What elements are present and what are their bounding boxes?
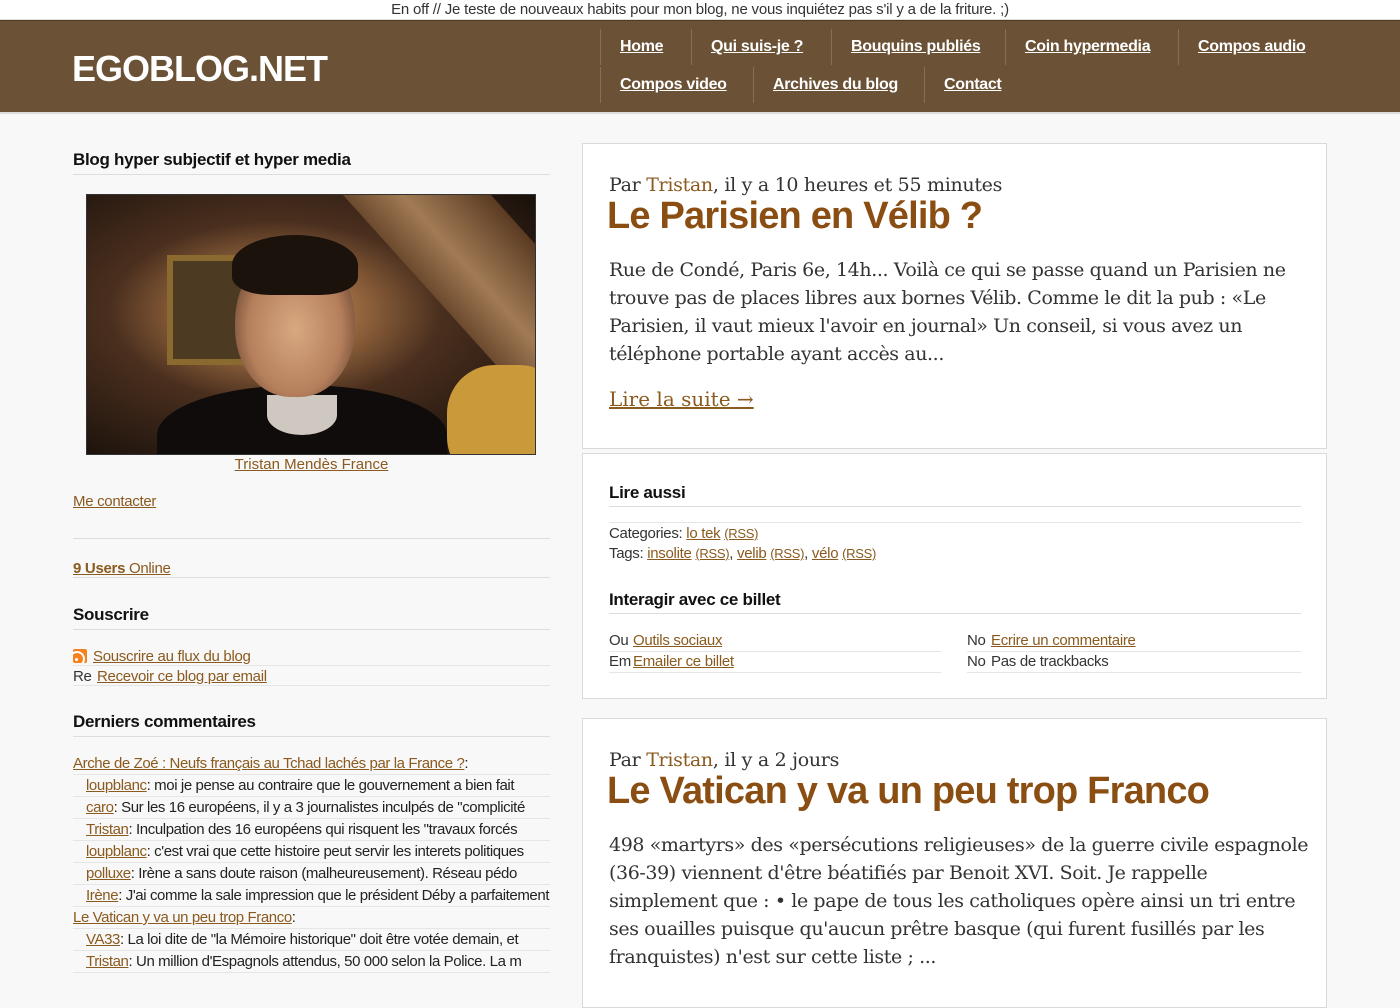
post-excerpt: Rue de Condé, Paris 6e, 14h... Voilà ce … (609, 259, 1286, 365)
comment-post-link[interactable]: Le Vatican y va un peu trop Franco (73, 909, 292, 926)
comment-text: : La loi dite de "la Mémoire historique"… (119, 931, 519, 948)
author-photo[interactable] (86, 194, 536, 455)
comment-author-link[interactable]: loupblanc (86, 777, 147, 794)
social-tools-icon: Ou (609, 632, 629, 649)
comment-text: : (291, 909, 296, 926)
comment-post-title: Arche de Zoé : Neufs français au Tchad l… (73, 753, 550, 775)
tag-link[interactable]: velib (737, 545, 767, 562)
post-card: Par Tristan, il y a 10 heures et 55 minu… (582, 143, 1327, 449)
comment-text: : Irène a sans doute raison (malheureuse… (130, 865, 518, 882)
email-subscribe-icon: Re (73, 668, 92, 685)
comment-post-title: Le Vatican y va un peu trop Franco: (73, 907, 550, 929)
comment-post-link[interactable]: Arche de Zoé : Neufs français au Tchad l… (73, 755, 465, 772)
write-comment-link[interactable]: Ecrire un commentaire (991, 632, 1136, 649)
post-author-link[interactable]: Tristan (646, 174, 713, 196)
users-online-link[interactable]: 9 Users Online (73, 560, 171, 577)
comment-text: : (464, 755, 469, 772)
tag-link[interactable]: insolite (647, 545, 692, 562)
comment-text: : c'est vrai que cette histoire peut ser… (146, 843, 524, 860)
post-card: Par Tristan, il y a 2 jours Le Vatican y… (582, 718, 1327, 1008)
comment-text: : Inculpation des 16 européens qui risqu… (128, 821, 518, 838)
interact-heading: Interagir avec ce billet (609, 590, 1301, 614)
contact-link[interactable]: Me contacter (73, 493, 156, 510)
comment-author-link[interactable]: loupblanc (86, 843, 147, 860)
comment-author-link[interactable]: polluxe (86, 865, 131, 882)
comment-text: : moi je pense au contraire que le gouve… (146, 777, 515, 794)
tags-line: Tags: insolite (RSS), velib (RSS), vélo … (609, 545, 877, 562)
comment-author-link[interactable]: caro (86, 799, 114, 816)
comment-item: polluxe: Irène a sans doute raison (malh… (73, 863, 550, 885)
comment-author-link[interactable]: Tristan (86, 953, 129, 970)
comment-text: : Sur les 16 européens, il y a 3 journal… (113, 799, 526, 816)
nav-video[interactable]: Compos video (600, 67, 746, 103)
post-title[interactable]: Le Parisien en Vélib ? (607, 194, 983, 238)
subscribe-heading: Souscrire (73, 605, 550, 630)
read-more-link[interactable]: Lire la suite → (609, 387, 754, 411)
subscribe-feed-link[interactable]: Souscrire au flux du blog (93, 648, 251, 665)
comment-item: Irène: J'ai comme la sale impression que… (73, 885, 550, 907)
top-notice: En off // Je teste de nouveaux habits po… (0, 0, 1400, 20)
nav-home[interactable]: Home (600, 29, 682, 65)
tag-rss-link[interactable]: (RSS) (695, 546, 729, 561)
tag-rss-link[interactable]: (RSS) (770, 546, 804, 561)
comments-list: Arche de Zoé : Neufs français au Tchad l… (73, 753, 550, 973)
rss-icon (73, 649, 87, 663)
email-post-link[interactable]: Emailer ce billet (633, 653, 734, 670)
post-excerpt: 498 «martyrs» des «persécutions religieu… (609, 834, 1309, 968)
category-link[interactable]: lo tek (686, 525, 720, 542)
photo-caption-link[interactable]: Tristan Mendès France (235, 456, 389, 473)
comment-item: Tristan: Un million d'Espagnols attendus… (73, 951, 550, 973)
trackback-icon: No (967, 653, 986, 670)
subscribe-email-link[interactable]: Recevoir ce blog par email (97, 668, 267, 685)
comment-author-link[interactable]: Irène (86, 887, 119, 904)
related-box: Lire aussi Categories: lo tek (RSS) Tags… (582, 453, 1327, 699)
sidebar-heading: Blog hyper subjectif et hyper media (73, 150, 550, 175)
email-post-icon: Em (609, 653, 631, 670)
related-heading: Lire aussi (609, 483, 1301, 507)
site-header: EGOBLOG.NET Home Qui suis-je ? Bouquins … (0, 20, 1400, 114)
social-tools-link[interactable]: Outils sociaux (633, 632, 722, 649)
trackback-status: Pas de trackbacks (991, 653, 1109, 670)
tag-rss-link[interactable]: (RSS) (842, 546, 876, 561)
comments-heading: Derniers commentaires (73, 712, 550, 737)
nav-about[interactable]: Qui suis-je ? (691, 29, 822, 65)
nav-hypermedia[interactable]: Coin hypermedia (1005, 29, 1169, 65)
comment-icon: No (967, 632, 986, 649)
nav-books[interactable]: Bouquins publiés (831, 29, 999, 65)
comment-item: VA33: La loi dite de "la Mémoire histori… (73, 929, 550, 951)
tag-link[interactable]: vélo (812, 545, 839, 562)
categories-line: Categories: lo tek (RSS) (609, 525, 759, 542)
comment-item: caro: Sur les 16 européens, il y a 3 jou… (73, 797, 550, 819)
nav-contact[interactable]: Contact (924, 67, 1020, 103)
comment-text: : J'ai comme la sale impression que le p… (118, 887, 550, 904)
post-meta: Par Tristan, il y a 10 heures et 55 minu… (609, 174, 1003, 196)
nav-audio[interactable]: Compos audio (1178, 29, 1325, 65)
nav-archives[interactable]: Archives du blog (753, 67, 917, 103)
comment-author-link[interactable]: VA33 (86, 931, 120, 948)
comment-author-link[interactable]: Tristan (86, 821, 129, 838)
post-author-link[interactable]: Tristan (646, 749, 713, 771)
comment-item: loupblanc: c'est vrai que cette histoire… (73, 841, 550, 863)
post-meta: Par Tristan, il y a 2 jours (609, 749, 840, 771)
comment-item: Tristan: Inculpation des 16 européens qu… (73, 819, 550, 841)
post-title[interactable]: Le Vatican y va un peu trop Franco (607, 769, 1210, 813)
category-rss-link[interactable]: (RSS) (724, 526, 758, 541)
comment-item: loupblanc: moi je pense au contraire que… (73, 775, 550, 797)
site-logo[interactable]: EGOBLOG.NET (72, 49, 328, 89)
comment-text: : Un million d'Espagnols attendus, 50 00… (128, 953, 522, 970)
